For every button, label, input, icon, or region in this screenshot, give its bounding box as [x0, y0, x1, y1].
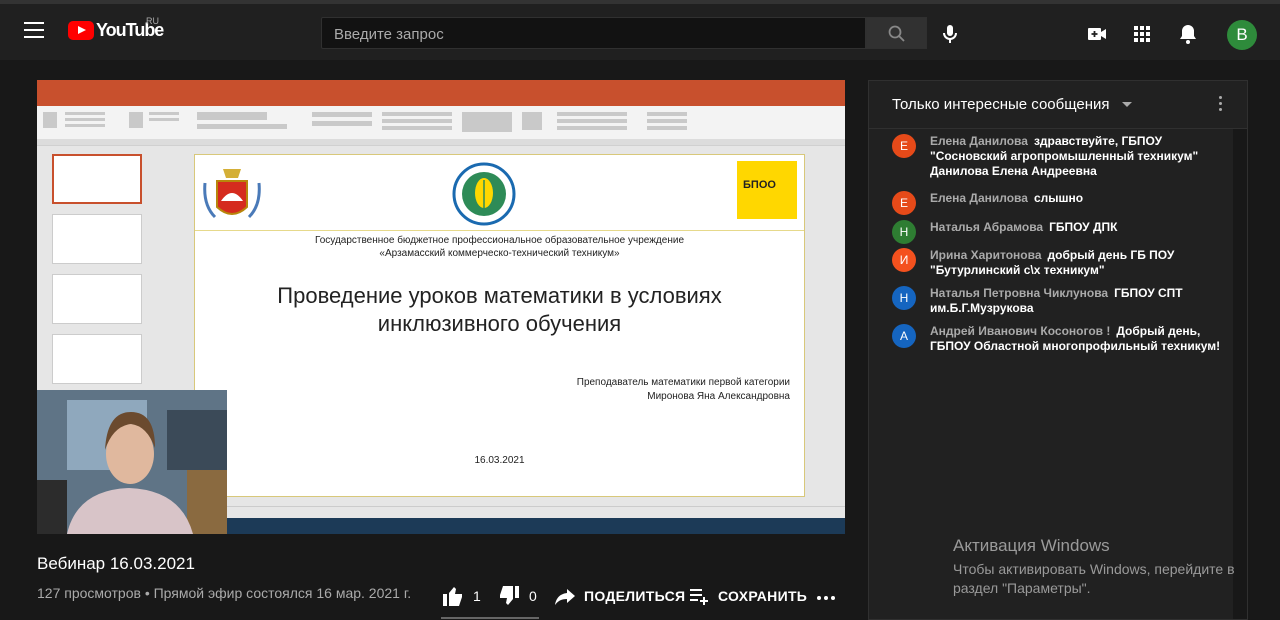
chat-header: Только интересные сообщения — [869, 81, 1247, 129]
chat-message-body: Елена Данилова слышно — [930, 191, 1230, 206]
slide-title-line2: инклюзивного обучения — [377, 311, 622, 336]
coat-of-arms-icon — [203, 169, 261, 219]
windows-activation-text: Чтобы активировать Windows, перейдите в … — [953, 561, 1235, 596]
more-horizontal-icon — [817, 596, 835, 600]
webcam-overlay — [37, 390, 227, 534]
search-button[interactable] — [866, 17, 927, 49]
thumbs-up-icon — [443, 587, 462, 606]
chat-author[interactable]: Наталья Абрамова — [930, 220, 1043, 234]
share-label: ПОДЕЛИТЬСЯ — [584, 588, 686, 604]
share-button[interactable]: ПОДЕЛИТЬСЯ — [554, 585, 685, 607]
ribbon-graphic — [37, 112, 845, 145]
slide-org-line2: «Арзамасский коммерческо-технический тех… — [379, 248, 620, 259]
create-video-icon[interactable] — [1085, 22, 1109, 46]
apps-grid-icon[interactable] — [1130, 22, 1154, 46]
chat-avatar[interactable]: Н — [892, 286, 916, 310]
share-icon — [555, 589, 575, 605]
top-bar: YouTube RU Введите запрос B — [0, 0, 1280, 60]
avatar[interactable]: B — [1227, 20, 1257, 50]
slide-title-line1: Проведение уроков математики в условиях — [277, 283, 722, 308]
bpoo-logo-text: БПОО — [743, 179, 776, 191]
search-input[interactable]: Введите запрос — [321, 17, 866, 49]
chevron-down-icon[interactable] — [1122, 102, 1132, 107]
youtube-logo[interactable]: YouTube RU — [68, 16, 164, 41]
like-button[interactable]: 1 — [441, 585, 481, 607]
chat-filter-dropdown[interactable]: Только интересные сообщения — [892, 96, 1110, 113]
powerpoint-menubar — [37, 93, 845, 106]
bpoo-logo: БПОО — [737, 161, 797, 219]
like-count: 1 — [473, 588, 481, 604]
chat-author[interactable]: Андрей Иванович Косоногов ! — [930, 324, 1110, 338]
chat-message-body: Елена Данилова здравствуйте, ГБПОУ "Сосно… — [930, 134, 1230, 179]
presenter-video — [37, 390, 227, 534]
chat-avatar[interactable]: И — [892, 248, 916, 272]
slide-date: 16.03.2021 — [474, 455, 525, 466]
logo-region: RU — [146, 16, 159, 26]
slide-teacher-name: Миронова Яна Александровна — [647, 391, 790, 402]
presentation-slide: БПОО Государственное бюджетное профессио… — [194, 154, 805, 497]
dislike-button[interactable]: 0 — [497, 585, 537, 607]
windows-activation-watermark: Активация Windows Чтобы активировать Win… — [953, 536, 1253, 598]
chat-avatar[interactable]: Е — [892, 191, 916, 215]
chat-author[interactable]: Елена Данилова — [930, 134, 1028, 148]
chat-text: ГБПОУ ДПК — [1049, 220, 1118, 234]
thumbs-down-icon — [500, 586, 519, 605]
slide-thumbnail[interactable] — [52, 214, 142, 264]
slide-title: Проведение уроков математики в условиях … — [195, 282, 804, 338]
dislike-count: 0 — [529, 588, 537, 604]
save-button[interactable]: СОХРАНИТЬ — [688, 585, 807, 607]
video-meta: 127 просмотров • Прямой эфир состоялся 1… — [37, 585, 412, 601]
chat-text: слышно — [1033, 191, 1084, 205]
more-actions-button[interactable] — [816, 585, 844, 607]
windows-activation-title: Активация Windows — [953, 536, 1110, 555]
chat-avatar[interactable]: Е — [892, 134, 916, 158]
video-player[interactable]: БПОО Государственное бюджетное профессио… — [37, 80, 845, 534]
slide-org-line1: Государственное бюджетное профессиональн… — [314, 235, 685, 246]
search-placeholder: Введите запрос — [334, 26, 444, 43]
search-icon — [888, 25, 905, 42]
slide-thumbnail[interactable] — [52, 274, 142, 324]
chat-message-body: Андрей Иванович Косоногов ! Добрый день, … — [930, 324, 1230, 354]
slide-teacher-position: Преподаватель математики первой категори… — [576, 377, 790, 388]
chat-avatar[interactable]: А — [892, 324, 916, 348]
chat-author[interactable]: Ирина Харитонова — [930, 248, 1042, 262]
powerpoint-titlebar — [37, 80, 845, 93]
slide-thumbnail[interactable] — [52, 154, 142, 204]
notifications-bell-icon[interactable] — [1176, 22, 1200, 46]
more-vertical-icon[interactable] — [1219, 96, 1223, 114]
slide-divider — [195, 230, 804, 231]
college-emblem-icon — [452, 162, 516, 226]
menu-icon[interactable] — [24, 22, 44, 38]
chat-message-body: Наталья Абрамова ГБПОУ ДПК — [930, 220, 1230, 235]
chat-message-body: Наталья Петровна Чиклунова ГБПОУ СПТ им.Б… — [930, 286, 1230, 316]
chat-message-body: Ирина Харитонова добрый день ГБ ПОУ "Буту… — [930, 248, 1230, 278]
slide-thumbnail[interactable] — [52, 334, 142, 384]
chat-author[interactable]: Елена Данилова — [930, 191, 1028, 205]
playlist-add-icon — [690, 589, 708, 605]
video-title: Вебинар 16.03.2021 — [37, 554, 195, 573]
youtube-play-icon — [68, 21, 94, 40]
microphone-icon[interactable] — [938, 22, 962, 46]
chat-author[interactable]: Наталья Петровна Чиклунова — [930, 286, 1108, 300]
powerpoint-ribbon — [37, 106, 845, 146]
chat-avatar[interactable]: Н — [892, 220, 916, 244]
sentiment-bar — [441, 617, 539, 619]
save-label: СОХРАНИТЬ — [718, 588, 808, 604]
